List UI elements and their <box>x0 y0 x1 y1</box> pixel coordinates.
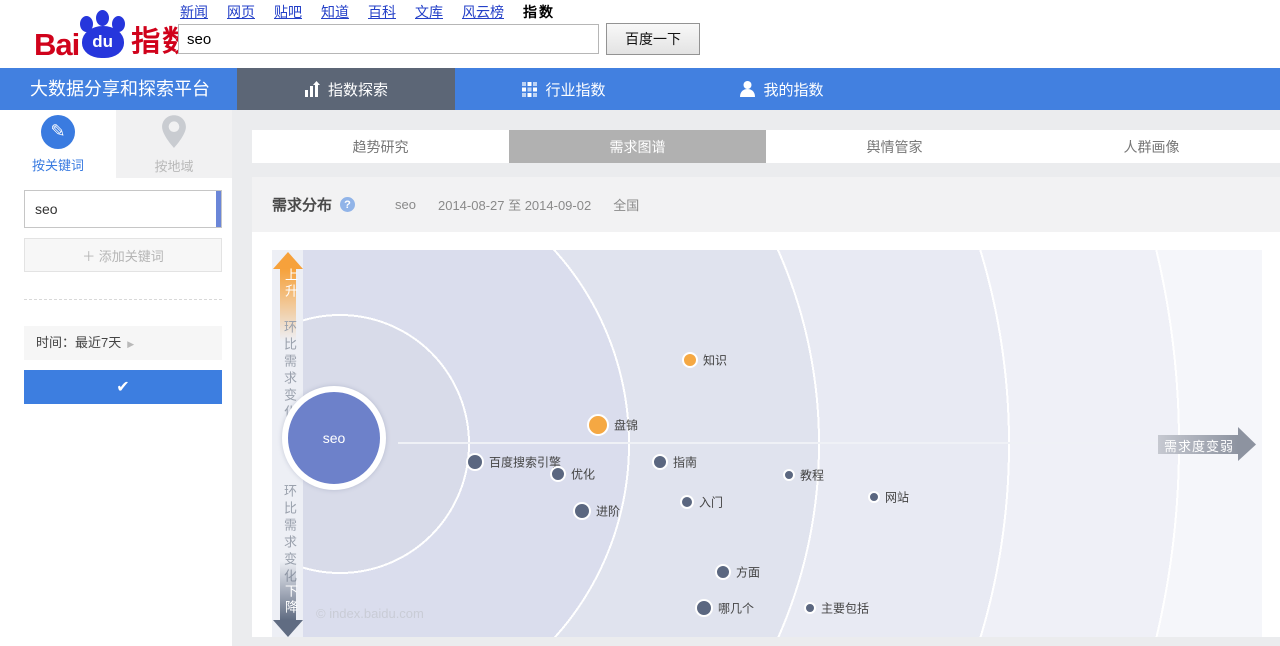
content-tabs: 趋势研究需求图谱舆情管家人群画像 <box>252 130 1280 163</box>
keyword-input-wrap <box>24 190 222 228</box>
top-nav-link-current[interactable]: 指数 <box>523 2 555 22</box>
primary-nav-items: 指数探索 行业指数 我的指数 <box>237 68 891 110</box>
keyword-bubble[interactable] <box>804 602 816 614</box>
time-filter-label: 时间：最近7天 <box>36 335 121 350</box>
add-keyword-button[interactable]: ＋ 添加关键词 <box>24 238 222 272</box>
top-header: Bai du 指数 新闻网页贴吧知道百科文库风云榜指数 百度一下 <box>0 0 1280 68</box>
keyword-bubble-label: 方面 <box>736 564 760 581</box>
panel-keyword: seo <box>395 197 416 212</box>
grid-icon <box>522 82 537 97</box>
primary-nav-item[interactable]: 我的指数 <box>673 68 891 110</box>
help-icon[interactable]: ? <box>340 197 355 212</box>
sidebar-tab-label: 按地域 <box>154 156 193 175</box>
top-nav: 新闻网页贴吧知道百科文库风云榜指数 <box>180 2 555 22</box>
content-panel: 需求分布 ? seo 2014-08-27 至 2014-09-02 全国 上升… <box>252 177 1280 637</box>
baidu-index-logo[interactable]: Bai du 指数 <box>34 10 193 60</box>
keyword-input-accent <box>216 191 221 227</box>
top-nav-link[interactable]: 新闻 <box>180 2 208 22</box>
content-tab[interactable]: 舆情管家 <box>766 130 1023 163</box>
keyword-bubble[interactable] <box>783 469 795 481</box>
keyword-bubble[interactable] <box>715 564 731 580</box>
keyword-bubble[interactable] <box>573 502 591 520</box>
keyword-bubble-label: 进阶 <box>596 503 620 520</box>
panel-date-range: 2014-08-27 至 2014-09-02 <box>438 195 591 214</box>
baidu-paw-icon: du <box>80 10 128 60</box>
primary-nav-item-label: 指数探索 <box>328 79 388 100</box>
center-keyword-label: seo <box>323 430 346 446</box>
keyword-bubble[interactable] <box>550 466 566 482</box>
primary-nav-item-label: 我的指数 <box>763 79 823 100</box>
primary-navbar: 大数据分享和探索平台 指数探索 行业指数 我的指数 <box>0 68 1280 110</box>
primary-nav-item[interactable]: 行业指数 <box>455 68 673 110</box>
x-axis-arrow-label: 需求度变弱 <box>1164 436 1234 455</box>
confirm-button[interactable]: ✔ <box>24 370 222 404</box>
panel-header: 需求分布 ? seo 2014-08-27 至 2014-09-02 全国 <box>252 177 1280 232</box>
primary-nav-item[interactable]: 指数探索 <box>237 68 455 110</box>
panel-title: 需求分布 <box>272 194 332 215</box>
primary-nav-item-label: 行业指数 <box>545 79 605 100</box>
keyword-input[interactable] <box>25 191 221 227</box>
watermark: © index.baidu.com <box>316 606 424 621</box>
content-tab[interactable]: 趋势研究 <box>252 130 509 163</box>
top-nav-link[interactable]: 知道 <box>321 2 349 22</box>
demand-map-chart: 上升 环比需求变化 环比需求变化 下降 需求度变弱 seo <box>272 250 1262 637</box>
pencil-icon: ✎ <box>41 115 75 149</box>
logo-bai-text: Bai <box>34 29 79 60</box>
keyword-bubble[interactable] <box>868 491 880 503</box>
user-icon <box>740 81 755 97</box>
check-icon: ✔ <box>116 379 129 396</box>
center-keyword-bubble[interactable]: seo <box>282 386 386 490</box>
keyword-bubble-label: 知识 <box>703 352 727 369</box>
content-tab[interactable]: 需求图谱 <box>509 130 766 163</box>
search-button[interactable]: 百度一下 <box>606 23 700 55</box>
sidebar-tabs: ✎ 按关键词 按地域 <box>0 110 232 178</box>
down-arrow-label: 下降 <box>281 584 300 616</box>
time-filter[interactable]: 时间：最近7天 ▶ <box>24 326 222 360</box>
keyword-bubble-label: 指南 <box>673 454 697 471</box>
sidebar: ✎ 按关键词 按地域 ＋ 添加关键词 时间：最近7天 ▶ ✔ <box>0 110 232 646</box>
keyword-bubble-label: 主要包括 <box>821 600 869 617</box>
logo-du-text: du <box>92 32 113 52</box>
keyword-bubble[interactable] <box>682 352 698 368</box>
keyword-bubble-label: 入门 <box>699 494 723 511</box>
keyword-bubble-label: 百度搜索引擎 <box>489 454 561 471</box>
top-nav-link[interactable]: 贴吧 <box>274 2 302 22</box>
keyword-bubble-label: 优化 <box>571 466 595 483</box>
sidebar-tab[interactable]: 按地域 <box>116 110 232 178</box>
x-axis-line <box>398 442 1214 444</box>
keyword-bubble[interactable] <box>680 495 694 509</box>
content-tab[interactable]: 人群画像 <box>1023 130 1280 163</box>
sidebar-divider <box>24 299 222 300</box>
top-nav-link[interactable]: 网页 <box>227 2 255 22</box>
keyword-bubble[interactable] <box>652 454 668 470</box>
platform-title: 大数据分享和探索平台 <box>30 68 210 110</box>
chevron-right-icon: ▶ <box>127 339 134 349</box>
sidebar-tab[interactable]: ✎ 按关键词 <box>0 110 116 178</box>
top-nav-link[interactable]: 文库 <box>415 2 443 22</box>
search-input[interactable] <box>178 24 599 54</box>
bar-chart-icon <box>304 81 320 97</box>
keyword-bubble-label: 哪几个 <box>718 600 754 617</box>
keyword-bubble-label: 盘锦 <box>614 417 638 434</box>
panel-region: 全国 <box>613 195 639 214</box>
keyword-bubble[interactable] <box>587 414 609 436</box>
top-nav-link[interactable]: 百科 <box>368 2 396 22</box>
top-nav-link[interactable]: 风云榜 <box>462 2 504 22</box>
keyword-bubble-label: 网站 <box>885 489 909 506</box>
keyword-bubble-label: 教程 <box>800 467 824 484</box>
sidebar-tab-label: 按关键词 <box>32 155 84 174</box>
map-pin-icon <box>159 114 189 150</box>
up-arrow-label: 上升 <box>281 268 300 300</box>
keyword-bubble[interactable] <box>695 599 713 617</box>
keyword-bubble[interactable] <box>466 453 484 471</box>
